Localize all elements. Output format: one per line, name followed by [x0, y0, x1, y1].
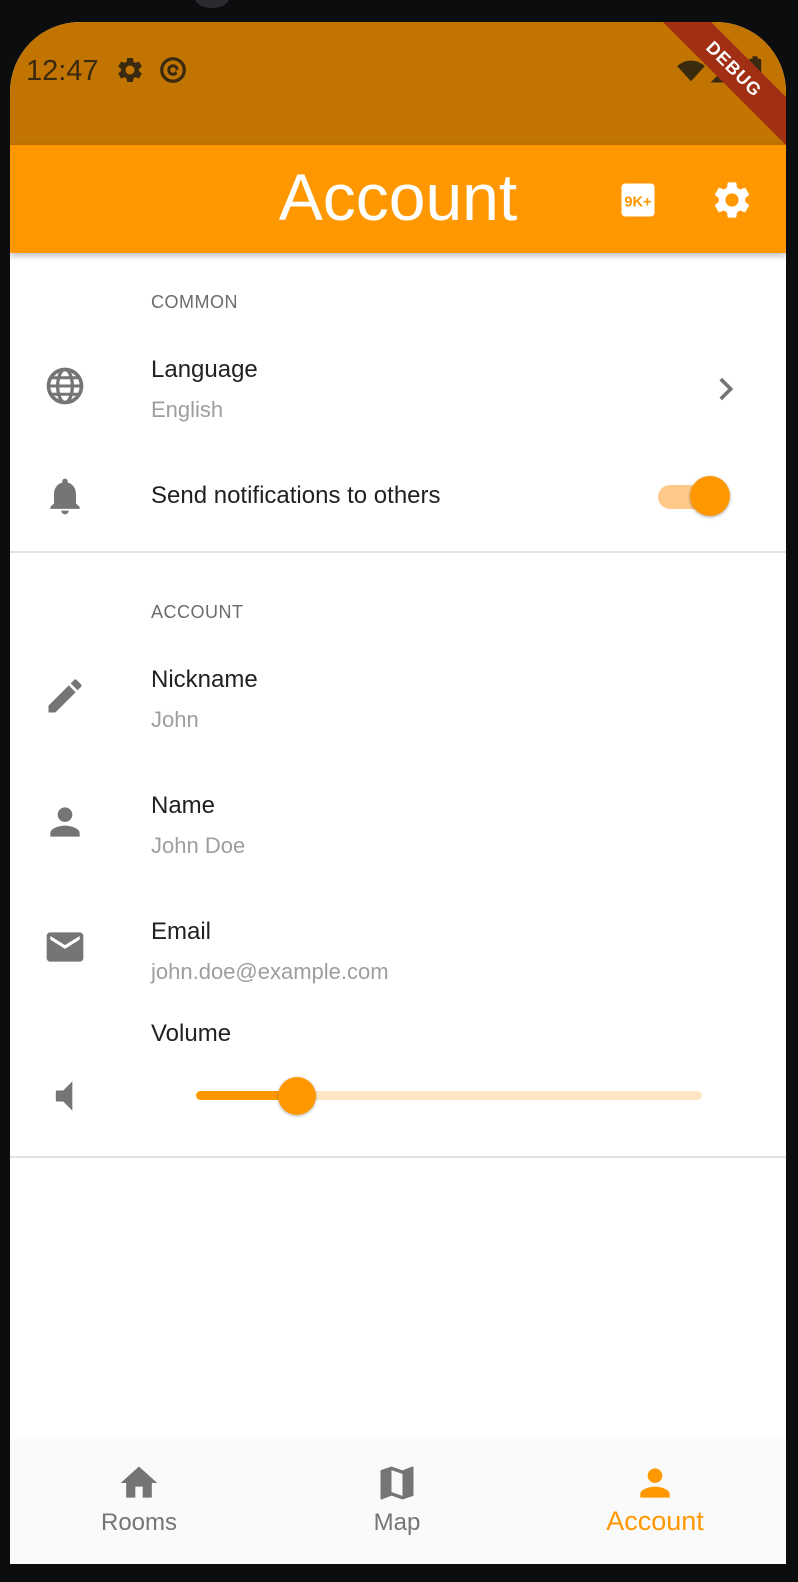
name-value: John Doe	[151, 833, 246, 858]
slider-thumb[interactable]	[278, 1077, 317, 1115]
volume-slider[interactable]	[196, 1074, 702, 1118]
nav-label-map: Map	[373, 1509, 421, 1536]
gear-icon[interactable]	[710, 178, 754, 222]
status-time: 12:47	[26, 55, 99, 87]
mail-icon	[46, 932, 84, 962]
name-title: Name	[151, 792, 216, 819]
nickname-title: Nickname	[151, 666, 258, 693]
nickname-value: John	[151, 707, 199, 732]
pencil-icon	[48, 679, 82, 713]
person-icon	[640, 1468, 670, 1498]
chevron-right-icon	[719, 377, 734, 401]
svg-text:9K+: 9K+	[624, 194, 651, 210]
9k-plus-icon[interactable]: 9K+	[616, 178, 660, 222]
debug-banner: DEBUG	[651, 22, 786, 152]
nav-item-rooms[interactable]: Rooms	[10, 1439, 268, 1564]
volume-title: Volume	[151, 1020, 232, 1047]
camera-notch	[195, 0, 229, 8]
notifications-title: Send notifications to others	[151, 482, 441, 509]
bell-icon	[50, 478, 80, 515]
nav-label-account: Account	[606, 1506, 704, 1536]
at-sign-icon	[160, 57, 186, 83]
toggle-thumb	[690, 476, 730, 516]
volume-icon	[55, 1081, 73, 1111]
section-divider	[10, 1156, 786, 1158]
page-title: Account	[278, 160, 518, 234]
status-bar: 12:47 DEBUG	[10, 22, 786, 152]
app-screen: 12:47 DEBUG Account 9K+ COMMON Language …	[10, 22, 786, 1564]
home-icon	[120, 1466, 158, 1498]
language-value: English	[151, 397, 224, 422]
person-icon	[50, 807, 80, 837]
globe-icon	[46, 367, 84, 405]
email-title: Email	[151, 918, 212, 945]
section-divider	[10, 551, 786, 553]
nav-item-account[interactable]: Account	[526, 1439, 784, 1564]
bottom-navigation: Rooms Map Account	[10, 1439, 786, 1564]
section-header-account: ACCOUNT	[151, 602, 244, 622]
language-title: Language	[151, 356, 258, 383]
section-header-common: COMMON	[151, 292, 238, 312]
map-icon	[380, 1466, 414, 1500]
email-value: john.doe@example.com	[151, 959, 389, 984]
app-bar: Account 9K+	[10, 145, 786, 253]
notifications-toggle[interactable]	[654, 475, 730, 519]
nav-label-rooms: Rooms	[100, 1509, 178, 1536]
nav-item-map[interactable]: Map	[268, 1439, 526, 1564]
gear-icon	[118, 57, 142, 82]
